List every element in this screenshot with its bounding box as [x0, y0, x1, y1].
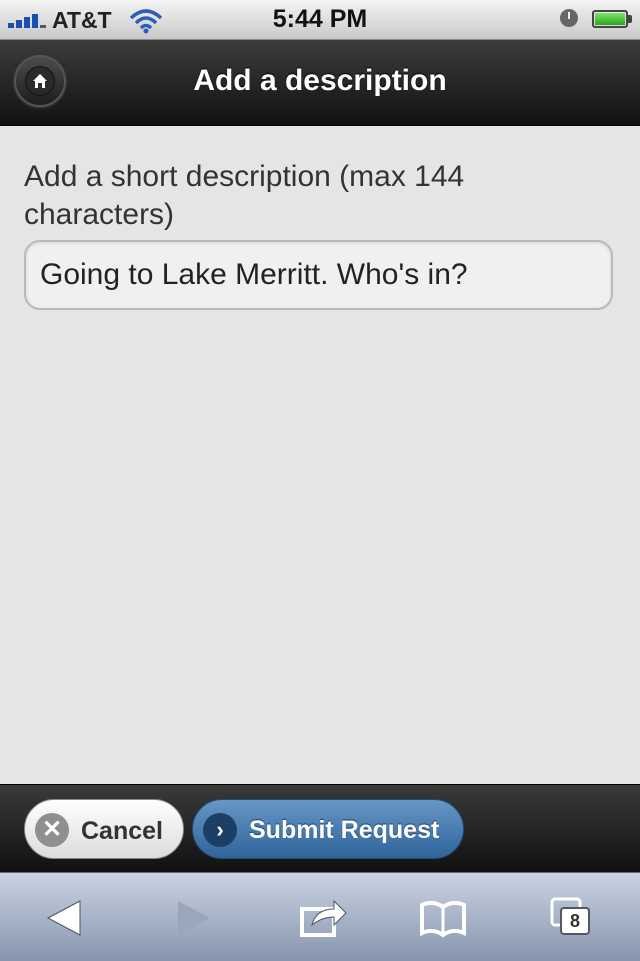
battery-icon	[592, 10, 628, 28]
status-bar: AT&T 5:44 PM	[0, 0, 640, 40]
description-input[interactable]	[24, 240, 613, 310]
main-content: Add a short description (max 144 charact…	[0, 126, 640, 784]
action-footer: ✕ Cancel › Submit Request	[0, 784, 640, 873]
tab-count-badge[interactable]: 8	[560, 907, 590, 935]
description-label: Add a short description (max 144 charact…	[24, 160, 465, 231]
cancel-button-label: Cancel	[81, 817, 163, 845]
battery-tip	[628, 15, 632, 23]
status-time: 5:44 PM	[272, 5, 368, 33]
submit-request-button[interactable]: › Submit Request	[192, 799, 464, 859]
submit-button-label: Submit Request	[249, 816, 440, 844]
alarm-icon	[560, 9, 578, 27]
share-icon[interactable]	[298, 895, 348, 941]
back-icon[interactable]	[40, 895, 90, 941]
cancel-button[interactable]: ✕ Cancel	[24, 799, 184, 859]
page-title: Add a description	[193, 64, 447, 97]
cancel-icon: ✕	[35, 813, 69, 847]
chevron-right-icon: ›	[203, 813, 237, 847]
forward-icon[interactable]	[168, 895, 218, 941]
page-header: Add a description	[0, 40, 640, 126]
browser-toolbar: 8	[0, 872, 640, 961]
bookmarks-icon[interactable]	[418, 895, 468, 941]
